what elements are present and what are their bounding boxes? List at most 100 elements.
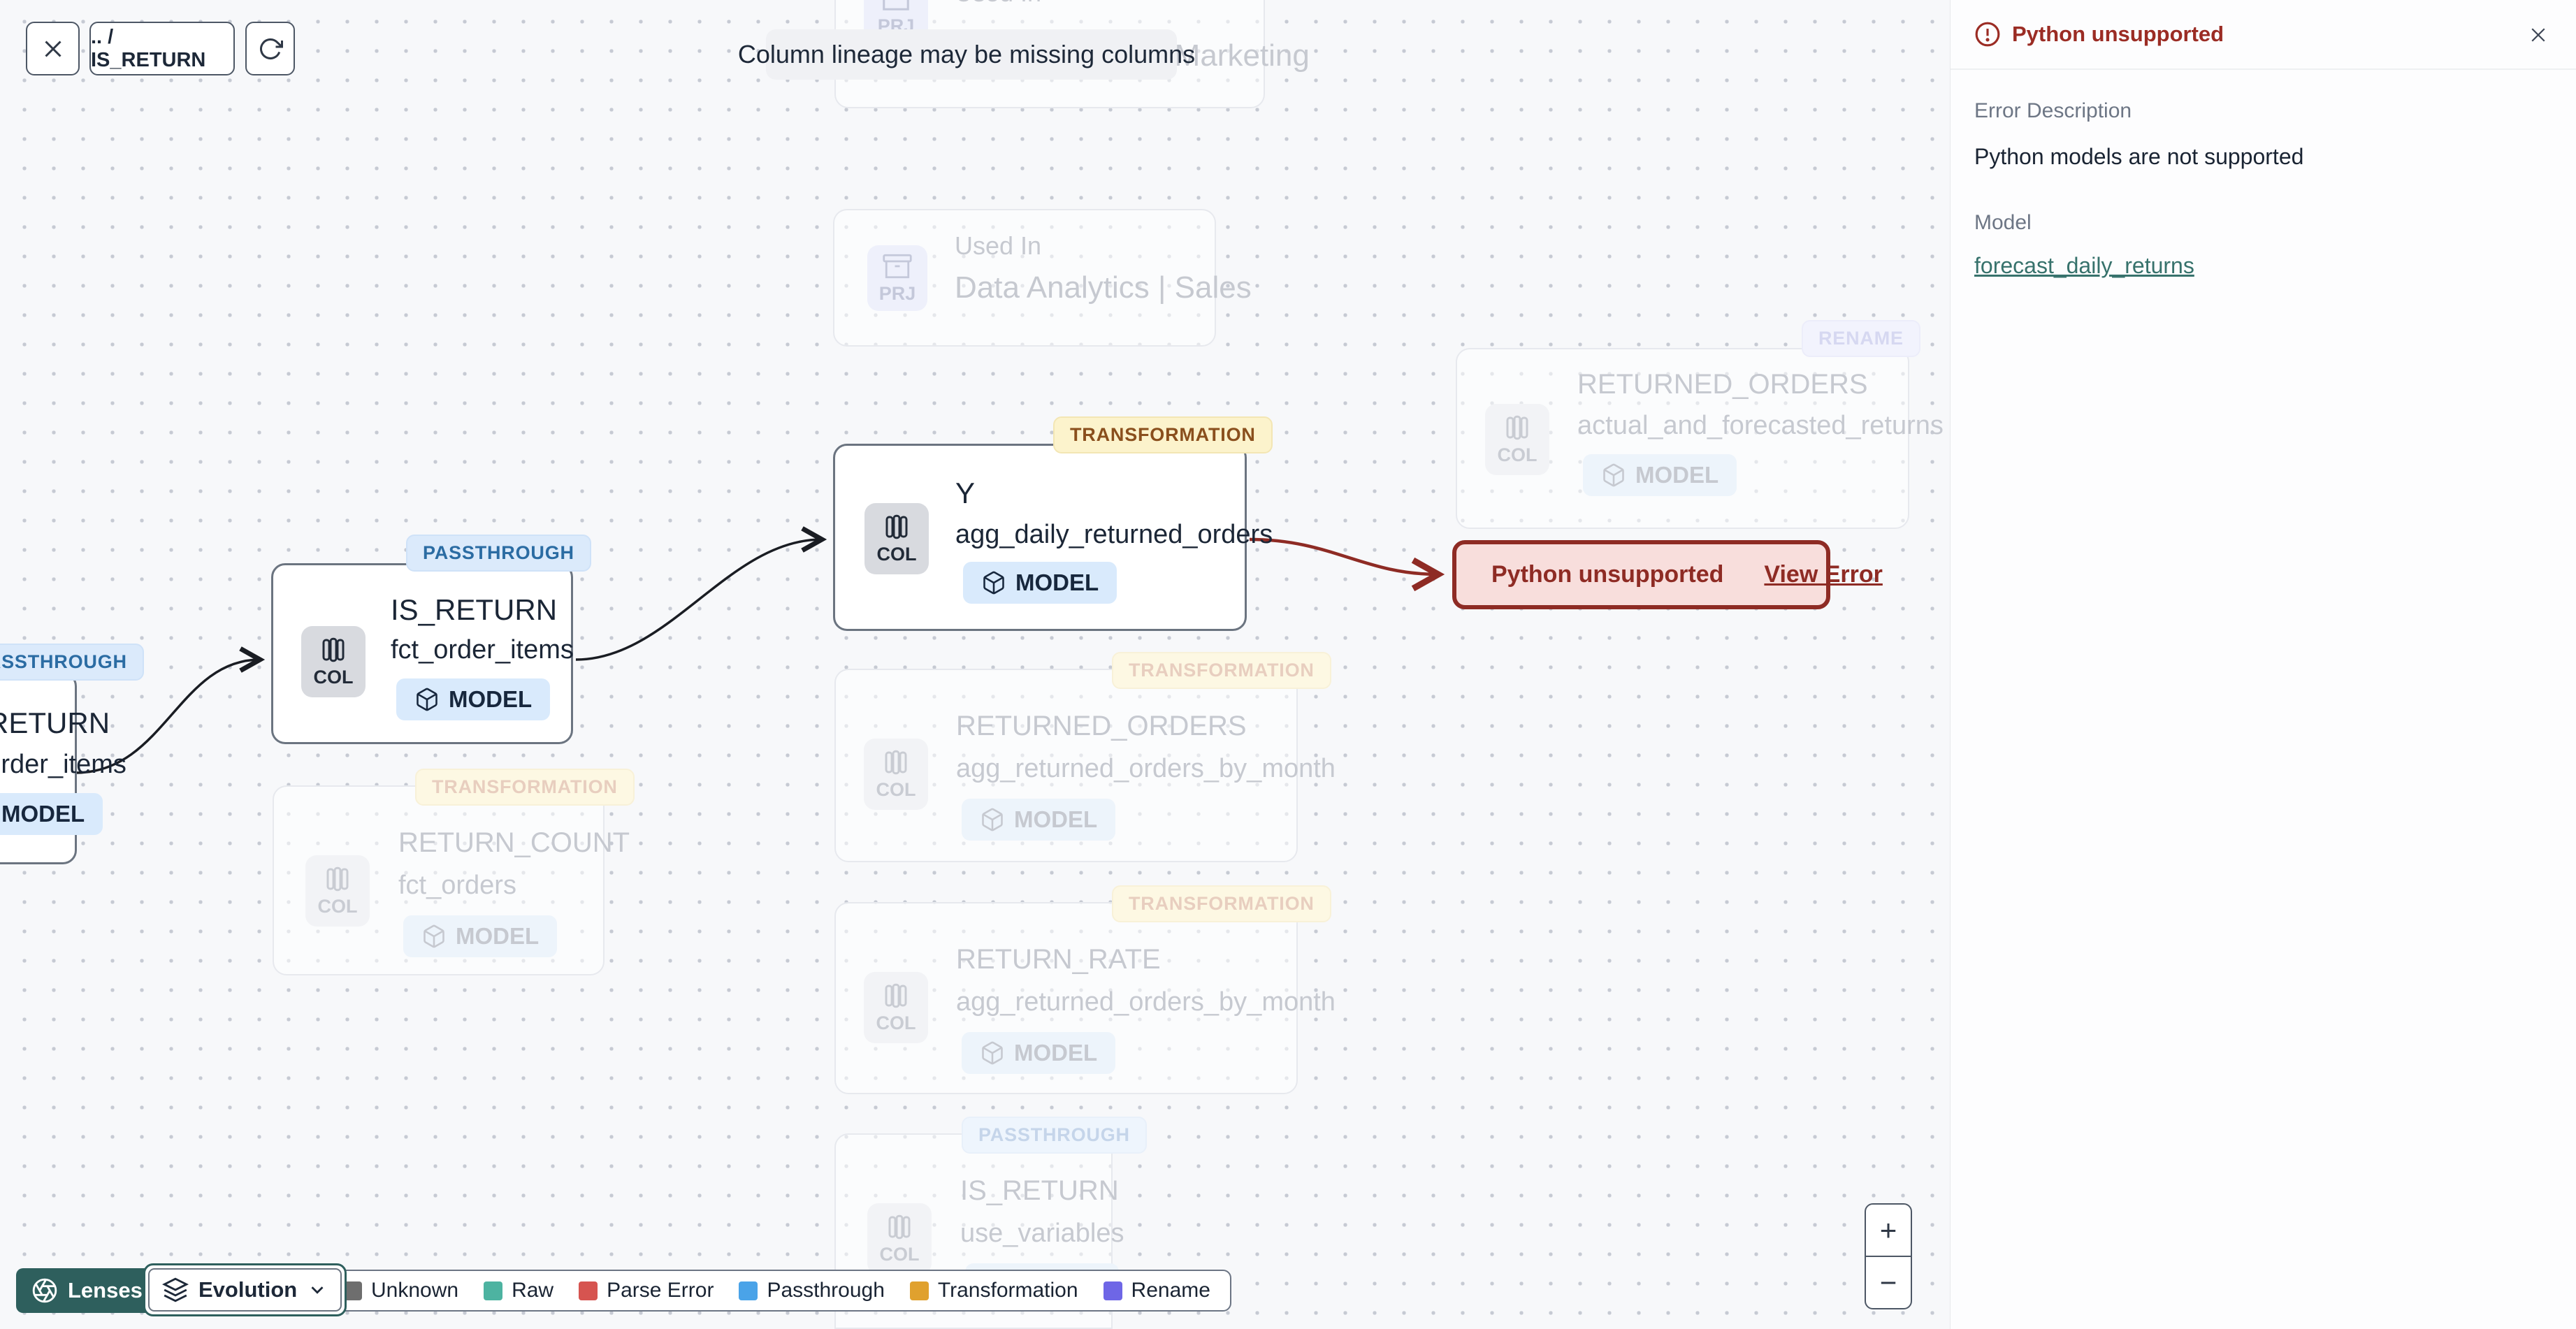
node-subtitle: fct_order_items	[0, 750, 126, 779]
node-subtitle: actual_and_forecasted_returns	[1577, 411, 1944, 440]
lineage-node-y[interactable]: TRANSFORMATION COL Y agg_daily_returned_…	[833, 416, 1273, 631]
lineage-legend: Unknown Raw Parse Error Passthrough Tran…	[322, 1270, 1231, 1312]
node-type-badge: RENAME	[1802, 320, 1920, 357]
refresh-button[interactable]	[245, 22, 295, 75]
banner-text: Column lineage may be missing columns	[737, 40, 1196, 68]
legend-item-unknown: Unknown	[343, 1279, 458, 1302]
zoom-controls: + −	[1865, 1203, 1912, 1309]
legend-swatch	[739, 1281, 758, 1300]
node-type-badge: PASSTHROUGH	[962, 1117, 1147, 1154]
lineage-node-isreturn-upstream[interactable]: PASSTHROUGH COL IS_RETURN fct_order_item…	[0, 644, 144, 864]
node-type-badge: TRANSFORMATION	[1112, 652, 1331, 689]
cube-icon	[983, 571, 1004, 595]
column-icon-badge: COL	[1485, 404, 1549, 475]
legend-swatch	[909, 1281, 929, 1300]
error-node-label: Python unsupported	[1491, 561, 1724, 588]
legend-swatch	[1103, 1281, 1122, 1300]
model-chip[interactable]: MODEL	[962, 1032, 1116, 1074]
legend-item-parse-error: Parse Error	[579, 1279, 714, 1302]
column-icon-badge: COL	[301, 626, 366, 697]
node-title: IS_RETURN	[391, 593, 558, 626]
close-lineage-button[interactable]	[26, 22, 80, 75]
columns-icon	[888, 1214, 911, 1240]
lineage-node-isreturn[interactable]: PASSTHROUGH COL IS_RETURN fct_order_item…	[271, 535, 591, 744]
node-subtitle: agg_returned_orders_by_month	[956, 987, 1336, 1017]
cube-icon	[424, 924, 444, 948]
column-icon-badge: COL	[305, 855, 370, 927]
error-description-text: Python models are not supported	[1974, 144, 2304, 169]
node-subtitle: agg_daily_returned_orders	[955, 520, 1273, 549]
evolution-dropdown[interactable]: Evolution	[148, 1268, 342, 1312]
node-subtitle: fct_order_items	[391, 635, 574, 664]
node-title: RETURNED_ORDERS	[956, 711, 1247, 741]
error-description-label: Error Description	[1974, 99, 2132, 122]
lineage-node-returned-orders[interactable]: TRANSFORMATION COL RETURNED_ORDERS agg_r…	[834, 652, 1336, 862]
error-node-python-unsupported[interactable]: Python unsupported View Error	[1452, 540, 1883, 609]
aperture-icon	[32, 1278, 57, 1303]
lineage-node-returned-orders-rename[interactable]: RENAME COL RETURNED_ORDERS actual_and_fo…	[1456, 320, 1944, 529]
model-chip[interactable]: MODEL	[963, 562, 1117, 604]
lineage-node-return-rate[interactable]: TRANSFORMATION COL RETURN_RATE agg_retur…	[834, 885, 1336, 1094]
node-title: Used In	[955, 231, 1042, 260]
zoom-in-button[interactable]: +	[1866, 1205, 1911, 1257]
column-icon-badge: COL	[867, 1203, 932, 1274]
lineage-node-return-count[interactable]: TRANSFORMATION COL RETURN_COUNT fct_orde…	[273, 769, 635, 975]
node-type-badge: TRANSFORMATION	[415, 769, 635, 806]
archive-icon	[883, 0, 909, 10]
alert-circle-icon	[1975, 22, 2000, 47]
project-icon-badge: PRJ	[867, 245, 927, 311]
breadcrumb[interactable]: .. / IS_RETURN	[89, 22, 235, 75]
lineage-node-used-in[interactable]: PRJ Used In Data Analytics | Sales	[833, 209, 1252, 347]
lenses-button[interactable]: Lenses	[16, 1268, 158, 1313]
model-chip[interactable]: MODEL	[962, 799, 1116, 841]
archive-icon	[883, 254, 912, 279]
legend-swatch	[579, 1281, 598, 1300]
model-link[interactable]: forecast_daily_returns	[1974, 253, 2194, 279]
columns-icon	[326, 866, 349, 892]
model-chip[interactable]: MODEL	[1583, 454, 1737, 496]
layers-icon	[162, 1277, 189, 1302]
columns-icon	[885, 750, 907, 775]
node-subtitle: use_variables	[960, 1219, 1124, 1248]
panel-title: Python unsupported	[2012, 22, 2224, 46]
zoom-out-button[interactable]: −	[1866, 1257, 1911, 1308]
column-icon-badge: COL	[864, 739, 928, 810]
node-title: IS_RETURN	[0, 706, 110, 739]
node-title: Y	[955, 477, 976, 509]
lineage-warning-banner: Column lineage may be missing columns	[738, 29, 1195, 80]
legend-item-transformation: Transformation	[909, 1279, 1078, 1302]
lineage-canvas[interactable]: PRJ Used In Data Analytics | Marketing P…	[0, 0, 1950, 1329]
node-type-badge: TRANSFORMATION	[1053, 416, 1273, 453]
cube-icon	[982, 808, 1003, 831]
legend-item-passthrough: Passthrough	[739, 1279, 885, 1302]
edge-isreturn-to-y	[575, 526, 827, 661]
columns-icon	[322, 637, 345, 662]
node-title: RETURN_RATE	[956, 944, 1161, 975]
legend-item-rename: Rename	[1103, 1279, 1210, 1302]
node-type-badge: PASSTHROUGH	[406, 535, 591, 572]
evolution-label: Evolution	[198, 1277, 298, 1302]
columns-icon	[885, 983, 907, 1008]
error-detail-panel: Python unsupported Error Description Pyt…	[1950, 0, 2576, 1329]
panel-close-button[interactable]	[2523, 20, 2554, 50]
node-title: RETURNED_ORDERS	[1577, 369, 1868, 400]
cube-icon	[982, 1041, 1003, 1065]
model-label: Model	[1974, 211, 2032, 234]
close-icon	[44, 40, 61, 57]
chevron-down-icon	[311, 1286, 324, 1294]
edge-y-to-error	[1249, 537, 1445, 592]
node-type-badge: TRANSFORMATION	[1112, 885, 1331, 922]
cube-icon	[417, 688, 437, 711]
lenses-label: Lenses	[68, 1278, 143, 1302]
panel-header: Python unsupported	[1951, 0, 2576, 70]
legend-item-raw: Raw	[484, 1279, 553, 1302]
cube-icon	[1603, 463, 1624, 487]
node-title: IS_RETURN	[960, 1175, 1119, 1206]
model-chip[interactable]: MODEL	[0, 793, 103, 835]
close-icon	[2531, 28, 2545, 42]
model-chip[interactable]: MODEL	[396, 678, 551, 720]
column-icon-badge: COL	[864, 972, 928, 1043]
view-error-link[interactable]: View Error	[1764, 561, 1882, 588]
columns-icon	[885, 514, 908, 539]
model-chip[interactable]: MODEL	[403, 915, 558, 957]
